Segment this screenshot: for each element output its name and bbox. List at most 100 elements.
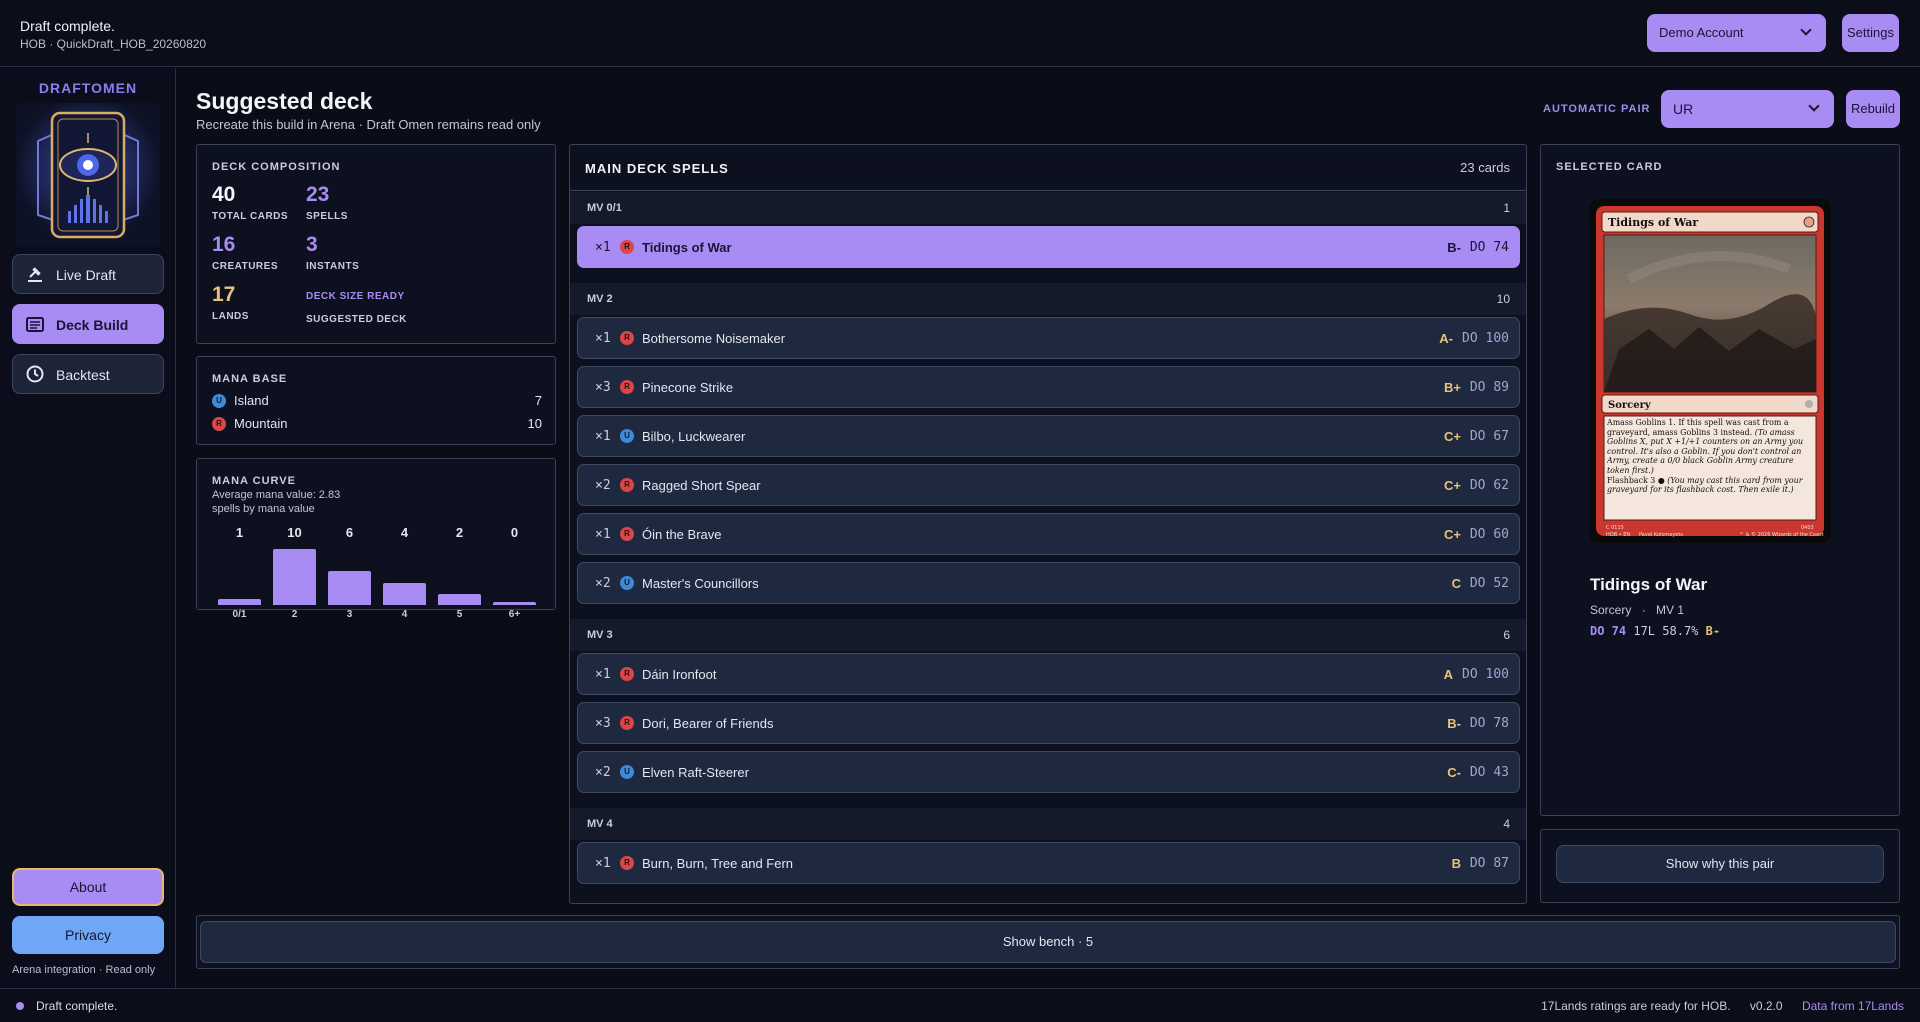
card-row[interactable]: ×3 R Pinecone Strike B+ DO 89 (577, 366, 1520, 408)
stat-label: LANDS (212, 311, 249, 322)
suggested-deck-label: SUGGESTED DECK (306, 314, 407, 325)
card-flashback-text: Flashback 3 (1607, 475, 1656, 485)
show-why-pair-button[interactable]: Show why this pair (1556, 845, 1884, 883)
deck-composition-panel: DECK COMPOSITION 40 TOTAL CARDS 23 SPELL… (196, 144, 556, 344)
card-quantity: ×1 (595, 527, 611, 542)
red-mana-icon: R (620, 856, 634, 870)
card-row[interactable]: ×1 U Bilbo, Luckwearer C+ DO 67 (577, 415, 1520, 457)
selected-card-mv: MV 1 (1656, 603, 1685, 617)
ratings-status: 17Lands ratings are ready for HOB. (1541, 999, 1731, 1013)
page-title: Suggested deck (196, 88, 373, 114)
mv-group-count: 1 (1503, 201, 1510, 215)
spells-list[interactable]: MV 0/1 1 ×1 R Tidings of War B- DO 74 MV 2 10 ×1 R… (570, 192, 1526, 903)
selected-card-name: Tidings of War (1590, 575, 1708, 594)
show-bench-button[interactable]: Show bench · 5 (200, 921, 1896, 963)
card-do-score: DO 43 (1469, 765, 1509, 780)
curve-tick-label: 5 (456, 609, 463, 620)
card-name: Tidings of War (642, 240, 732, 255)
land-name: Mountain (234, 416, 288, 431)
mv-group-count: 4 (1503, 817, 1510, 831)
sidebar-item-live-draft[interactable]: Live Draft (12, 254, 164, 294)
land-count: 7 (534, 393, 542, 408)
app-version: v0.2.0 (1749, 999, 1783, 1013)
red-mana-icon: R (620, 716, 634, 730)
stat-label: INSTANTS (306, 261, 360, 272)
chevron-down-icon (1808, 100, 1820, 112)
red-mana-icon: R (620, 478, 634, 492)
card-do-score: DO 52 (1469, 576, 1509, 591)
status-dot-icon (16, 1002, 24, 1010)
card-quantity: ×1 (595, 429, 611, 444)
stat-value: 40 (212, 183, 236, 206)
account-select-value: Demo Account (1659, 25, 1744, 40)
mana-row-mountain: R Mountain 10 (212, 415, 542, 433)
sidebar-item-backtest[interactable]: Backtest (12, 354, 164, 394)
panel-label: SELECTED CARD (1556, 161, 1663, 173)
card-face-type-line: Sorcery (1608, 400, 1652, 411)
red-mana-icon: R (212, 417, 226, 431)
card-do-score: DO 100 (1462, 667, 1509, 682)
card-row[interactable]: ×3 R Dori, Bearer of Friends B- DO 78 (577, 702, 1520, 744)
selected-card-winrate: 58.7% (1662, 624, 1699, 638)
card-do-score: DO 89 (1469, 380, 1509, 395)
stat-value: 17 (212, 283, 236, 306)
card-row[interactable]: ×1 R Tidings of War B- DO 74 (577, 226, 1520, 268)
card-do-score: DO 78 (1469, 716, 1509, 731)
draft-status-title: Draft complete. (20, 18, 115, 34)
card-face-title: Tidings of War (1608, 216, 1698, 229)
card-name: Ragged Short Spear (642, 478, 761, 493)
card-name: Dáin Ironfoot (642, 667, 717, 682)
curve-bar-count: 0 (510, 525, 519, 540)
spells-stat: 23 SPELLS (306, 183, 348, 222)
curve-bar-group: 25 (438, 525, 481, 635)
stat-value: 16 (212, 233, 236, 256)
curve-bar-count: 6 (345, 525, 354, 540)
page-subtitle: Recreate this build in Arena · Draft Ome… (196, 117, 541, 132)
status-text: Draft complete. (36, 999, 118, 1013)
about-button[interactable]: About (12, 868, 164, 906)
card-row[interactable]: ×2 R Ragged Short Spear C+ DO 62 (577, 464, 1520, 506)
card-quantity: ×1 (595, 856, 611, 871)
red-mana-icon: R (620, 527, 634, 541)
card-grade: A- (1439, 331, 1453, 346)
card-row[interactable]: ×1 R Bothersome Noisemaker A- DO 100 (577, 317, 1520, 359)
settings-button[interactable]: Settings (1842, 14, 1899, 52)
account-select[interactable]: Demo Account (1647, 14, 1826, 52)
card-quantity: ×1 (595, 331, 611, 346)
blue-mana-icon: U (212, 394, 226, 408)
rebuild-button[interactable]: Rebuild (1846, 90, 1900, 128)
average-mana-value: Average mana value: 2.83 (212, 489, 341, 501)
blue-mana-icon: U (620, 765, 634, 779)
sidebar-item-deck-build[interactable]: Deck Build (12, 304, 164, 344)
curve-tick-label: 6+ (508, 609, 521, 620)
card-row[interactable]: ×2 U Elven Raft-Steerer C- DO 43 (577, 751, 1520, 793)
card-quantity: ×3 (595, 716, 611, 731)
curve-tick-label: 3 (346, 609, 353, 620)
card-grade: B (1451, 856, 1461, 871)
curve-bar (438, 593, 481, 605)
card-quantity: ×3 (595, 380, 611, 395)
panel-label: DECK COMPOSITION (212, 161, 341, 173)
privacy-button[interactable]: Privacy (12, 916, 164, 954)
curve-note: spells by mana value (212, 503, 315, 515)
data-source-link[interactable]: Data from 17Lands (1802, 999, 1904, 1013)
selected-card-type: Sorcery (1590, 603, 1632, 617)
card-row[interactable]: ×1 R Burn, Burn, Tree and Fern B DO 87 (577, 842, 1520, 884)
card-quantity: ×2 (595, 478, 611, 493)
card-grade: B+ (1444, 380, 1461, 395)
color-pair-select[interactable]: UR (1661, 90, 1834, 128)
spell-count: 23 cards (1460, 160, 1510, 175)
card-row[interactable]: ×1 R Óin the Brave C+ DO 60 (577, 513, 1520, 555)
card-row[interactable]: ×2 U Master's Councillors C DO 52 (577, 562, 1520, 604)
card-row[interactable]: ×1 R Dáin Ironfoot A DO 100 (577, 653, 1520, 695)
curve-bar-count: 2 (455, 525, 464, 540)
red-mana-icon: R (620, 380, 634, 394)
card-name: Bilbo, Luckwearer (642, 429, 746, 444)
status-bar-right: 17Lands ratings are ready for HOB. v0.2.… (1525, 999, 1904, 1013)
card-grade: C (1451, 576, 1461, 591)
card-do-score: DO 62 (1469, 478, 1509, 493)
card-do-score: DO 74 (1469, 240, 1509, 255)
selected-card-record: 17L (1633, 624, 1656, 638)
card-name: Dori, Bearer of Friends (642, 716, 774, 731)
curve-bar (273, 549, 316, 605)
